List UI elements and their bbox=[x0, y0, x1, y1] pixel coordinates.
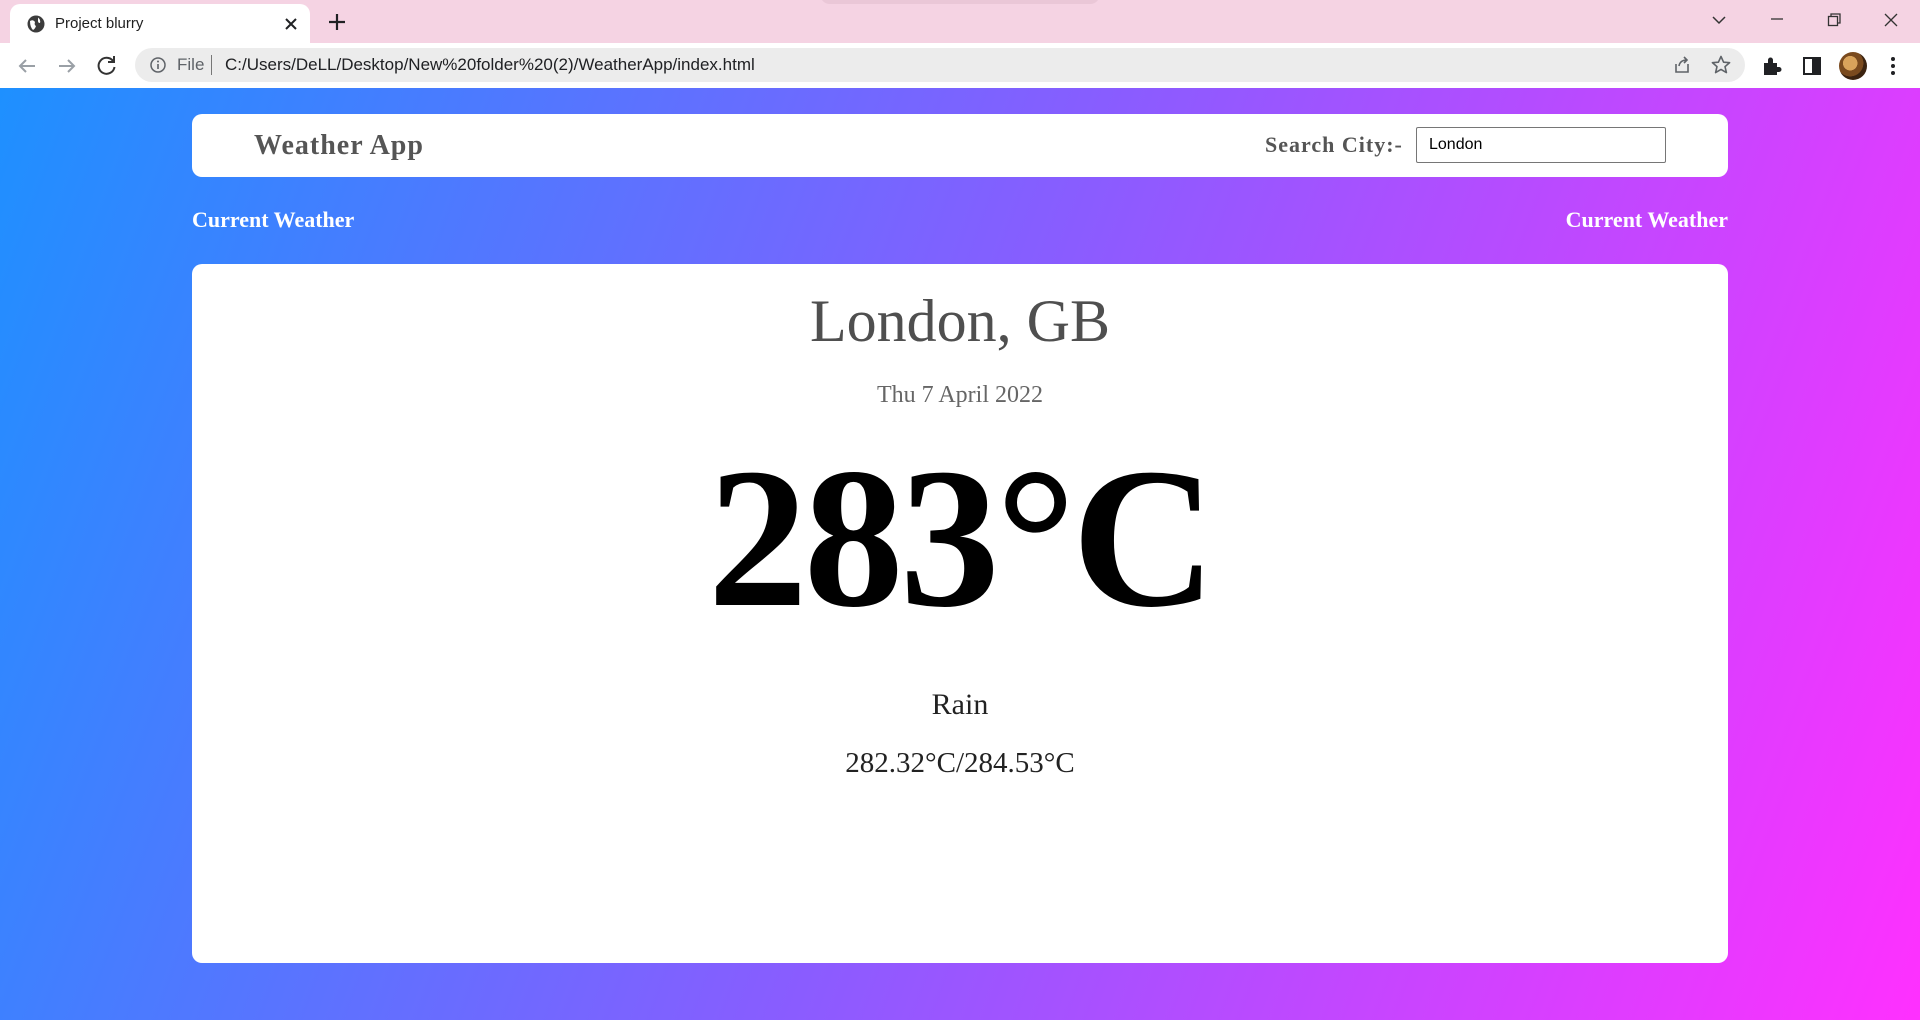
city-name: London, GB bbox=[810, 288, 1110, 354]
address-bar[interactable]: File C:/Users/DeLL/Desktop/New%20folder%… bbox=[135, 48, 1745, 82]
app-navbar: Weather App Search City:- bbox=[192, 114, 1728, 177]
weather-condition: Rain bbox=[931, 688, 989, 721]
section-heading-left: Current Weather bbox=[192, 207, 355, 232]
new-tab-icon[interactable] bbox=[324, 9, 350, 35]
url-scheme-label: File bbox=[177, 55, 205, 74]
close-tab-icon[interactable] bbox=[280, 13, 302, 35]
minimize-icon[interactable] bbox=[1762, 6, 1792, 34]
page-viewport: Weather App Search City:- Current Weathe… bbox=[0, 88, 1920, 1020]
tab-title: Project blurry bbox=[55, 15, 144, 32]
url-separator bbox=[211, 55, 212, 75]
side-panel-icon[interactable] bbox=[1799, 53, 1825, 79]
info-icon[interactable] bbox=[149, 56, 167, 74]
bookmark-star-icon[interactable] bbox=[1710, 54, 1732, 76]
chevron-down-icon[interactable] bbox=[1704, 6, 1734, 34]
app-brand: Weather App bbox=[254, 130, 424, 161]
share-icon[interactable] bbox=[1671, 54, 1693, 76]
section-heading-right: Current Weather bbox=[1565, 207, 1728, 232]
current-temperature: 283°C bbox=[707, 428, 1216, 649]
weather-date: Thu 7 April 2022 bbox=[877, 382, 1043, 408]
more-menu-icon[interactable] bbox=[1880, 53, 1906, 79]
profile-avatar[interactable] bbox=[1839, 52, 1867, 80]
browser-tabstrip: Project blurry bbox=[0, 0, 1920, 43]
browser-tab[interactable]: Project blurry bbox=[10, 4, 310, 43]
forward-icon[interactable] bbox=[53, 52, 81, 80]
back-icon[interactable] bbox=[13, 52, 41, 80]
weather-card: London, GB Thu 7 April 2022 283°C Rain 2… bbox=[192, 264, 1728, 963]
city-search-input[interactable] bbox=[1416, 127, 1666, 163]
close-window-icon[interactable] bbox=[1876, 6, 1906, 34]
extensions-icon[interactable] bbox=[1759, 53, 1785, 79]
min-max-temperature: 282.32°C/284.53°C bbox=[845, 747, 1075, 779]
url-text[interactable]: C:/Users/DeLL/Desktop/New%20folder%20(2)… bbox=[225, 56, 755, 74]
search-label: Search City:- bbox=[1265, 132, 1403, 157]
reload-icon[interactable] bbox=[93, 52, 121, 80]
tabstrip-shadow bbox=[820, 0, 1100, 4]
restore-icon[interactable] bbox=[1819, 6, 1849, 34]
browser-toolbar: File C:/Users/DeLL/Desktop/New%20folder%… bbox=[0, 43, 1920, 88]
globe-icon bbox=[27, 15, 45, 33]
